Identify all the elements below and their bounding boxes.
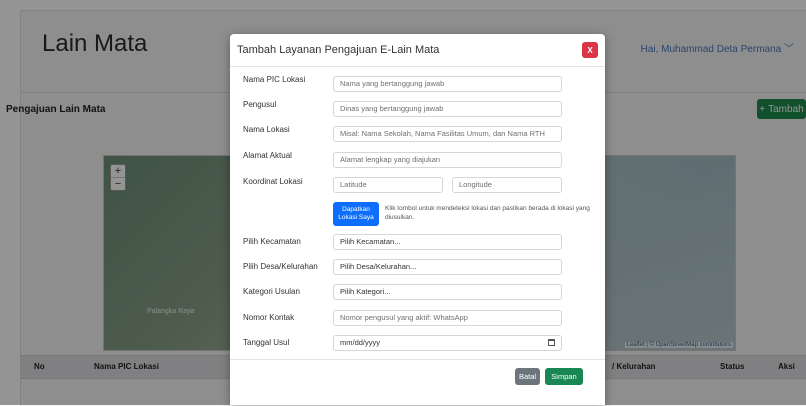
get-location-help: Klik tombol untuk mendeteksi lokasi dan … xyxy=(385,205,590,221)
pengusul-input[interactable]: Dinas yang bertanggung jawab xyxy=(333,101,562,117)
longitude-input[interactable]: Longitude xyxy=(452,177,562,193)
cancel-button[interactable]: Batal xyxy=(515,368,540,385)
submission-modal: Tambah Layanan Pengajuan E-Lain Mata X N… xyxy=(230,34,605,405)
modal-title: Tambah Layanan Pengajuan E-Lain Mata xyxy=(237,44,440,56)
tanggal-input[interactable]: mm/dd/yyyy xyxy=(333,335,562,351)
save-button[interactable]: Simpan xyxy=(545,368,583,385)
tanggal-value: mm/dd/yyyy xyxy=(340,338,381,347)
close-button[interactable]: X xyxy=(582,42,598,58)
get-location-button[interactable]: Dapatkan Lokasi Saya xyxy=(333,202,379,226)
alamat-label: Alamat Aktual xyxy=(243,151,292,160)
kontak-label: Nomor Kontak xyxy=(243,313,295,322)
kecamatan-label: Pilih Kecamatan xyxy=(243,237,301,246)
koordinat-label: Koordinat Lokasi xyxy=(243,177,303,186)
kecamatan-select[interactable]: Pilih Kecamatan... xyxy=(333,234,562,250)
modal-footer-divider xyxy=(230,359,605,360)
modal-header: Tambah Layanan Pengajuan E-Lain Mata X xyxy=(230,34,605,67)
get-location-line1: Dapatkan xyxy=(342,206,370,213)
latitude-input[interactable]: Latitude xyxy=(333,177,443,193)
calendar-icon[interactable] xyxy=(548,339,555,346)
kategori-select[interactable]: Pilih Kategori... xyxy=(333,284,562,300)
pengusul-label: Pengusul xyxy=(243,100,277,109)
desa-select[interactable]: Pilih Desa/Kelurahan... xyxy=(333,259,562,275)
kategori-label: Kategori Usulan xyxy=(243,287,300,296)
kontak-input[interactable]: Nomor pengusul yang aktif: WhatsApp xyxy=(333,310,562,326)
get-location-line2: Lokasi Saya xyxy=(338,214,374,221)
tanggal-label: Tanggal Usul xyxy=(243,338,290,347)
alamat-input[interactable]: Alamat lengkap yang diajukan xyxy=(333,152,562,168)
pic-input[interactable]: Nama yang bertanggung jawab xyxy=(333,76,562,92)
pic-label: Nama PIC Lokasi xyxy=(243,75,306,84)
lokasi-input[interactable]: Misal: Nama Sekolah, Nama Fasilitas Umum… xyxy=(333,126,562,142)
lokasi-label: Nama Lokasi xyxy=(243,125,290,134)
desa-label: Pilih Desa/Kelurahan xyxy=(243,262,318,271)
